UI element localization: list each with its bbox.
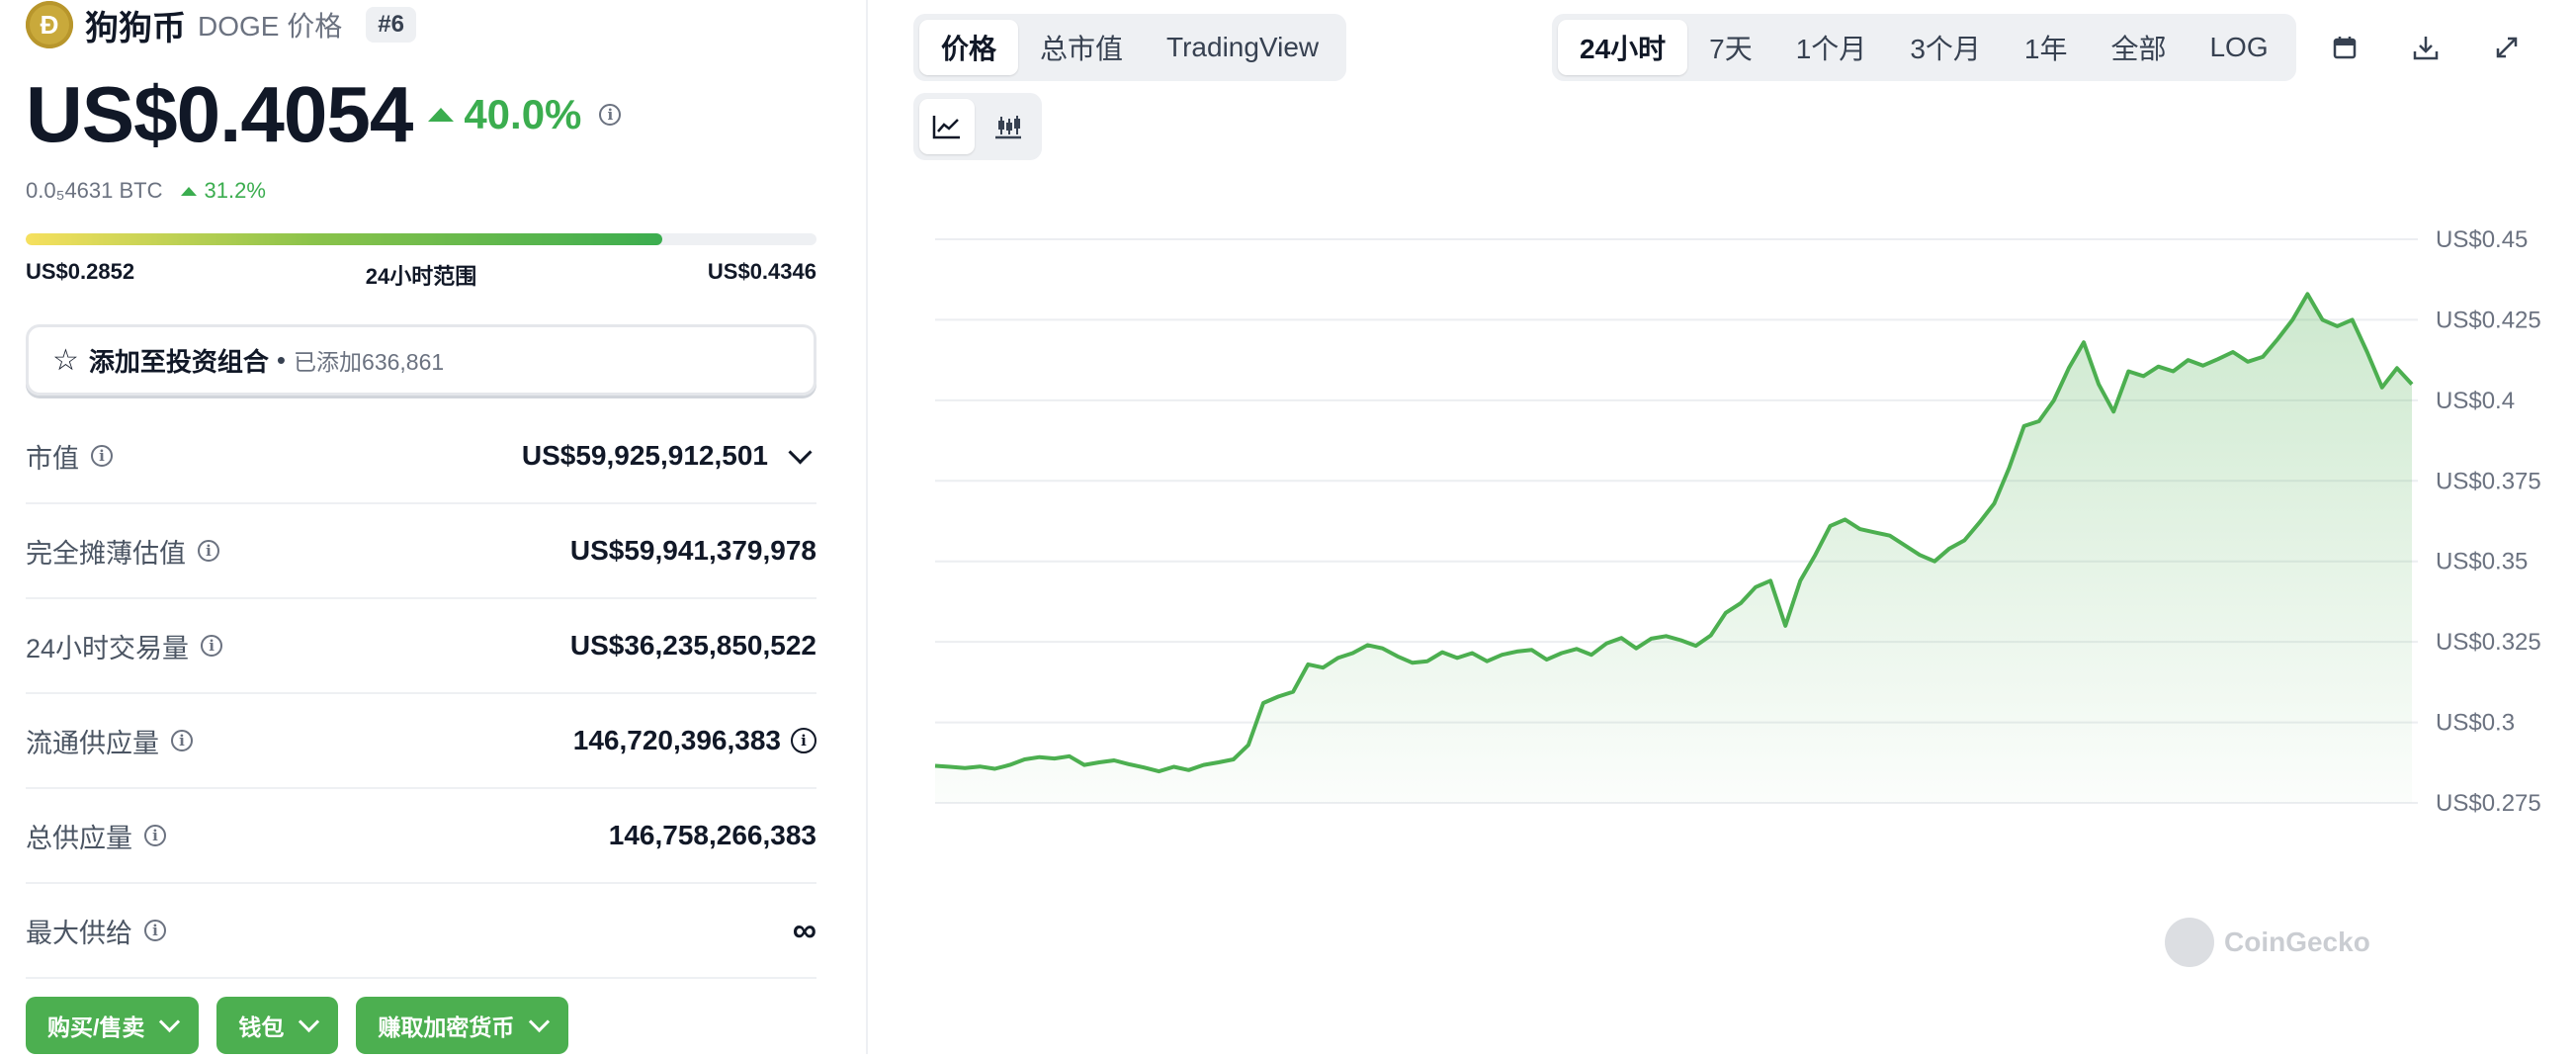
button-label: 购买/售卖 — [47, 1015, 145, 1040]
stat-value: ∞ — [792, 911, 816, 949]
stat-row-max-supply: 最大供给 i ∞ — [26, 884, 816, 979]
y-tick-label: US$0.275 — [2436, 790, 2541, 817]
buy-sell-button[interactable]: 购买/售卖 — [26, 997, 200, 1054]
range-bar — [26, 233, 816, 245]
info-icon[interactable]: i — [201, 635, 223, 657]
coingecko-logo-icon — [2165, 918, 2214, 967]
time-range-tabs: 24小时 7天 1个月 3个月 1年 全部 LOG — [1552, 14, 2296, 81]
stats-table: 市值 i US$59,925,912,501 完全摊薄估值 i US$59,941,… — [26, 409, 816, 979]
btc-price-row: 0.0₅4631 BTC 31.2% — [26, 178, 266, 204]
y-tick-label: US$0.425 — [2436, 307, 2541, 333]
stat-value: US$59,925,912,501 — [521, 440, 768, 471]
price-change: 40.0% — [428, 91, 581, 138]
stat-value: US$36,235,850,522 — [569, 630, 816, 661]
action-buttons: 购买/售卖 钱包 赚取加密货币 — [26, 997, 569, 1054]
stat-value: 146,720,396,383 — [572, 725, 781, 755]
info-icon[interactable]: i — [91, 445, 113, 467]
tab-market-cap[interactable]: 总市值 — [1018, 20, 1145, 75]
y-tick-label: US$0.45 — [2436, 226, 2528, 253]
price-area-fill — [935, 294, 2412, 803]
rank-badge: #6 — [366, 7, 416, 43]
chevron-down-icon — [788, 439, 813, 465]
tab-price[interactable]: 价格 — [919, 20, 1019, 75]
tab-7d[interactable]: 7天 — [1687, 20, 1774, 75]
star-icon: ☆ — [52, 343, 79, 377]
stat-label: 最大供给 — [26, 918, 132, 948]
stat-label: 市值 — [26, 443, 79, 474]
tab-log[interactable]: LOG — [2188, 20, 2289, 75]
y-tick-label: US$0.325 — [2436, 629, 2541, 656]
range-bar-fill — [26, 233, 662, 245]
caret-up-icon — [180, 186, 197, 196]
stat-value: US$59,941,379,978 — [569, 535, 816, 566]
button-label: 赚取加密货币 — [378, 1015, 515, 1040]
info-icon[interactable]: i — [791, 728, 816, 753]
btc-price: 0.0₅4631 BTC — [26, 178, 163, 203]
info-icon[interactable]: i — [198, 540, 219, 562]
y-tick-label: US$0.35 — [2436, 549, 2528, 575]
chevron-down-icon — [159, 1011, 181, 1032]
y-tick-label: US$0.3 — [2436, 710, 2515, 737]
panel-divider — [866, 0, 868, 1054]
y-tick-label: US$0.4 — [2436, 388, 2515, 414]
tab-24h[interactable]: 24小时 — [1558, 20, 1688, 75]
coin-header: Ð 狗狗币 DOGE 价格 #6 — [26, 0, 416, 49]
stat-row-total-supply: 总供应量 i 146,758,266,383 — [26, 789, 816, 884]
chevron-down-icon — [529, 1011, 551, 1032]
button-label: 钱包 — [238, 1015, 285, 1040]
info-icon[interactable]: i — [144, 825, 166, 846]
stat-row-volume: 24小时交易量 i US$36,235,850,522 — [26, 599, 816, 694]
earn-crypto-button[interactable]: 赚取加密货币 — [356, 997, 569, 1054]
chart-type-tabs — [913, 93, 1042, 160]
stat-label: 完全摊薄估值 — [26, 538, 186, 569]
stat-row-fdv: 完全摊薄估值 i US$59,941,379,978 — [26, 504, 816, 599]
range-low: US$0.2852 — [26, 259, 135, 284]
stat-label: 24小时交易量 — [26, 633, 190, 663]
tab-1m[interactable]: 1个月 — [1774, 20, 1889, 75]
chevron-down-icon — [299, 1011, 320, 1032]
tab-all[interactable]: 全部 — [2089, 20, 2188, 75]
chart-tools — [2317, 20, 2534, 75]
info-icon[interactable]: i — [144, 920, 166, 941]
wallet-button[interactable]: 钱包 — [216, 997, 339, 1054]
coin-panel: Ð 狗狗币 DOGE 价格 #6 US$0.4054 40.0% i 0.0₅4… — [0, 0, 866, 1054]
portfolio-separator: • — [276, 344, 287, 375]
stat-label: 流通供应量 — [26, 728, 159, 758]
tab-tradingview[interactable]: TradingView — [1145, 20, 1340, 75]
tab-1y[interactable]: 1年 — [2003, 20, 2090, 75]
range-label: 24小时范围 — [365, 264, 477, 289]
y-tick-label: US$0.375 — [2436, 468, 2541, 494]
stat-row-market-cap: 市值 i US$59,925,912,501 — [26, 409, 816, 504]
coingecko-watermark: CoinGecko — [2165, 918, 2370, 967]
portfolio-count: 已添加636,861 — [294, 349, 445, 375]
info-icon[interactable]: i — [599, 104, 622, 126]
coin-name: 狗狗币 — [85, 9, 186, 47]
calendar-icon[interactable] — [2317, 20, 2372, 75]
price-value: US$0.4054 — [26, 70, 413, 158]
line-chart-icon[interactable] — [919, 99, 975, 154]
add-to-portfolio-button[interactable]: ☆ 添加至投资组合 • 已添加636,861 — [26, 324, 816, 396]
watermark-text: CoinGecko — [2224, 927, 2370, 957]
market-cap-toggle[interactable]: US$59,925,912,501 — [521, 439, 816, 472]
btc-change: 31.2% — [180, 178, 266, 204]
stat-row-circulating: 流通供应量 i 146,720,396,383 i — [26, 694, 816, 789]
tab-3m[interactable]: 3个月 — [1888, 20, 2003, 75]
coin-symbol-label: DOGE 价格 — [198, 11, 343, 42]
candlestick-icon[interactable] — [981, 99, 1036, 154]
info-icon[interactable]: i — [171, 730, 193, 751]
btc-change-value: 31.2% — [204, 178, 266, 203]
chart-metric-tabs: 价格 总市值 TradingView — [913, 14, 1347, 81]
range-labels: US$0.2852 24小时范围 US$0.4346 — [26, 259, 816, 291]
download-icon[interactable] — [2398, 20, 2453, 75]
doge-logo-icon: Ð — [26, 1, 73, 48]
price-row: US$0.4054 40.0% i — [26, 69, 622, 160]
caret-up-icon — [428, 108, 455, 122]
stat-value: 146,758,266,383 — [608, 820, 816, 850]
fullscreen-icon[interactable] — [2479, 20, 2534, 75]
stat-label: 总供应量 — [26, 823, 132, 853]
portfolio-label: 添加至投资组合 — [88, 346, 269, 377]
price-change-value: 40.0% — [464, 91, 582, 137]
range-high: US$0.4346 — [707, 259, 816, 284]
